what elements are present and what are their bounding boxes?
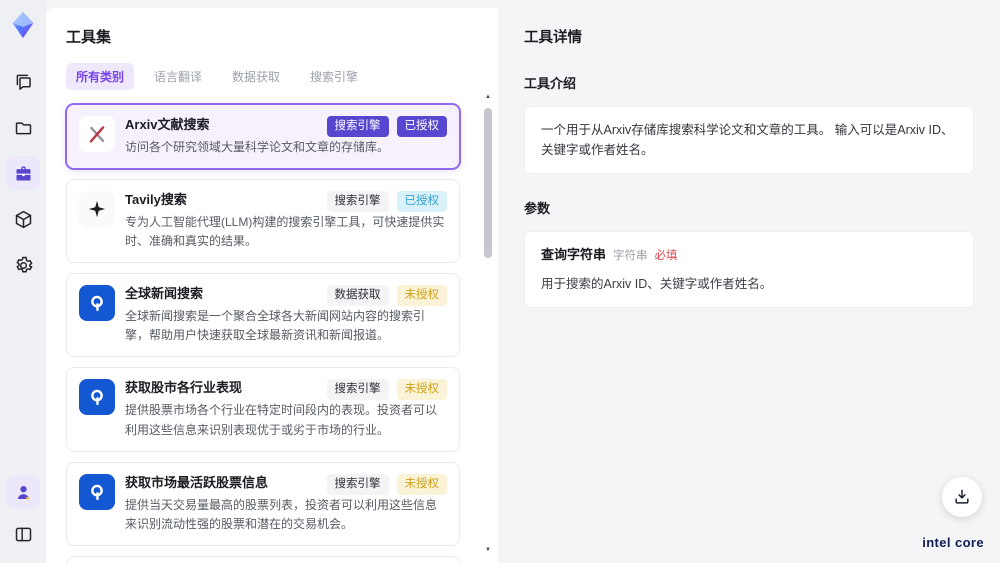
category-badge: 搜索引擎: [326, 473, 389, 495]
category-badge: 数据获取: [326, 285, 389, 307]
tab-search-engine[interactable]: 搜索引擎: [300, 63, 368, 90]
intro-heading: 工具介绍: [524, 76, 577, 91]
sidebar-item-panel-toggle[interactable]: [6, 517, 40, 551]
sidebar-item-chat[interactable]: [6, 64, 40, 98]
param-required-badge: 必填: [654, 250, 678, 262]
tool-badges: 搜索引擎 未授权: [326, 379, 447, 401]
scroll-down-arrow[interactable]: ▼: [483, 547, 493, 553]
tool-card[interactable]: 获取市场最活跃股票信息 提供当天交易量最高的股票列表，投资者可以利用这些信息来识别…: [66, 461, 460, 546]
settings-gear-icon: [13, 255, 34, 276]
app-window: 工具集 所有类别 语言翻译 数据获取 搜索引擎 Arxiv文献搜索 访问各个研究领…: [0, 0, 1000, 563]
tool-description: 提供当天交易量最高的股票列表，投资者可以利用这些信息来识别流动性强的股票和潜在的…: [125, 497, 438, 531]
sidebar-nav: [6, 64, 40, 282]
unauthorized-badge: 未授权: [396, 473, 447, 495]
unauthorized-badge: 未授权: [396, 379, 447, 401]
sidebar-item-toolbox[interactable]: [6, 156, 40, 190]
toolbox-icon: [13, 163, 34, 184]
unauthorized-badge: 未授权: [396, 285, 447, 307]
tool-card[interactable]: Arxiv文献搜索 访问各个研究领域大量科学论文和文章的存储库。 搜索引擎 已授权: [66, 104, 460, 170]
download-button[interactable]: [942, 477, 982, 517]
blue-query-icon: [79, 379, 115, 416]
cube-icon: [13, 209, 34, 230]
panel-toggle-icon: [13, 524, 34, 545]
tool-description: 提供股票市场各个行业在特定时间段内的表现。投资者可以利用这些信息来识别表现优于或…: [125, 403, 438, 437]
scroll-up-arrow[interactable]: ▲: [483, 94, 493, 100]
sidebar-bottom: [6, 475, 40, 551]
scrollbar-thumb[interactable]: [484, 108, 492, 258]
param-header: 查询字符串 字符串 必填: [541, 245, 957, 266]
tab-all-categories[interactable]: 所有类别: [66, 63, 135, 90]
sidebar-item-folder[interactable]: [6, 110, 40, 144]
sidebar-item-user[interactable]: [6, 475, 40, 509]
tool-card[interactable]: 获取股市各行业表现 提供股票市场各个行业在特定时间段内的表现。投资者可以利用这些信…: [66, 367, 460, 452]
tool-badges: 数据获取 未授权: [326, 285, 447, 307]
tool-list: Arxiv文献搜索 访问各个研究领域大量科学论文和文章的存储库。 搜索引擎 已授权 Ta…: [66, 104, 478, 563]
params-heading: 参数: [524, 201, 551, 216]
sidebar: [0, 0, 46, 563]
category-badge: 搜索引擎: [326, 191, 389, 212]
tool-description: 访问各个研究领域大量科学论文和文章的存储库。: [125, 139, 390, 154]
sidebar-item-settings-gear[interactable]: [6, 248, 40, 282]
tab-language-translation[interactable]: 语言翻译: [144, 63, 212, 90]
tab-data-fetch[interactable]: 数据获取: [222, 63, 290, 90]
category-badge: 搜索引擎: [326, 379, 389, 401]
param-type: 字符串: [613, 250, 648, 262]
chat-icon: [13, 71, 34, 92]
tool-description: 专为人工智能代理(LLM)构建的搜索引擎工具，可快速提供实时、准确和真实的结果。: [125, 214, 445, 249]
intel-core-logo: intel core: [922, 535, 984, 550]
tool-badges: 搜索引擎 未授权: [326, 473, 447, 495]
authorized-badge: 已授权: [396, 191, 447, 212]
tool-badges: 搜索引擎 已授权: [326, 116, 447, 137]
tool-badges: 搜索引擎 已授权: [326, 191, 447, 212]
category-tabs: 所有类别 语言翻译 数据获取 搜索引擎: [66, 63, 478, 90]
folder-icon: [13, 117, 34, 138]
sidebar-item-cube[interactable]: [6, 202, 40, 236]
category-badge: 搜索引擎: [326, 116, 389, 137]
main-area: 工具集 所有类别 语言翻译 数据获取 搜索引擎 Arxiv文献搜索 访问各个研究领…: [46, 0, 1000, 563]
detail-title: 工具详情: [524, 30, 582, 46]
detail-panel: 工具详情 工具介绍 一个用于从Arxiv存储库搜索科学论文和文章的工具。 输入可…: [498, 8, 1000, 563]
blue-query-icon: [79, 473, 115, 510]
authorized-badge: 已授权: [396, 116, 447, 137]
scrollbar[interactable]: ▲ ▼: [483, 94, 493, 553]
param-description: 用于搜索的Arxiv ID、关键字或作者姓名。: [541, 276, 773, 291]
tool-card[interactable]: 全球新闻搜索 全球新闻搜索是一个聚合全球各大新闻网站内容的搜索引擎，帮助用户快速获…: [66, 273, 460, 358]
tool-description: 全球新闻搜索是一个聚合全球各大新闻网站内容的搜索引擎，帮助用户快速获取全球最新资…: [125, 309, 426, 343]
tool-card[interactable]: Tavily搜索 专为人工智能代理(LLM)构建的搜索引擎工具，可快速提供实时、准…: [66, 179, 460, 264]
arxiv-icon: [79, 116, 115, 152]
tool-card[interactable]: 万维地区新闻查询查询具体行政区划内的新闻，快速了解各地新闻动态搜索引擎未授权: [66, 555, 460, 563]
param-name: 查询字符串: [541, 247, 607, 262]
tool-intro-box: 一个用于从Arxiv存储库搜索科学论文和文章的工具。 输入可以是Arxiv ID…: [524, 106, 974, 174]
param-card: 查询字符串 字符串 必填 用于搜索的Arxiv ID、关键字或作者姓名。: [524, 231, 974, 308]
tavily-icon: [79, 191, 115, 228]
tools-panel: 工具集 所有类别 语言翻译 数据获取 搜索引擎 Arxiv文献搜索 访问各个研究领…: [46, 8, 498, 563]
download-icon: [952, 487, 972, 507]
user-icon: [13, 482, 34, 503]
blue-query-icon: [79, 285, 115, 322]
app-logo-icon: [8, 10, 38, 40]
page-title: 工具集: [66, 29, 112, 46]
